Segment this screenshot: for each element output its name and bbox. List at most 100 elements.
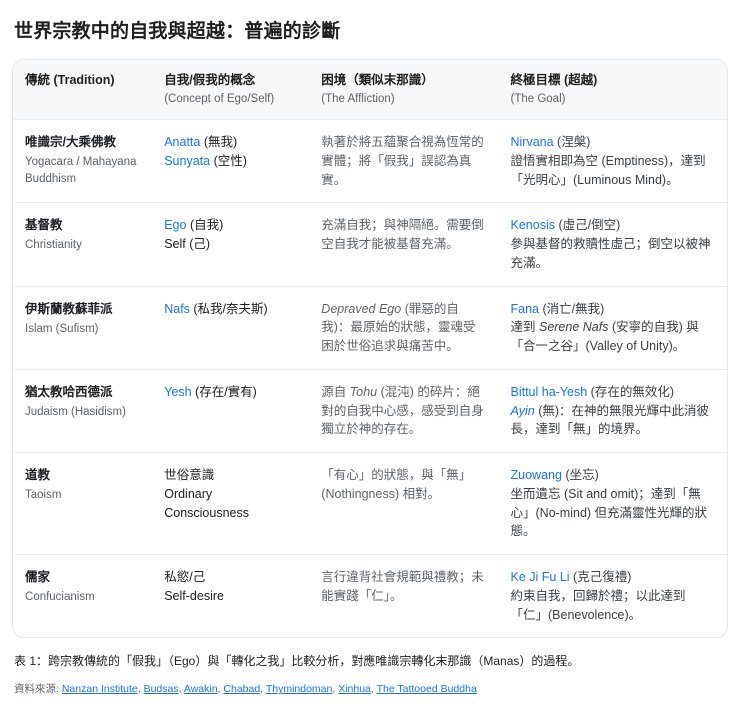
text-segment: 證悟實相即為空 (Emptiness)，達到「光明心」(Luminous Min… — [510, 153, 706, 187]
concept-cell: Ego (自我) Self (己) — [152, 202, 310, 287]
text-segment: Tohu — [349, 384, 378, 399]
term-link[interactable]: Bittul ha-Yesh — [511, 385, 588, 399]
concept-cell-line: Sunyata (空性) — [164, 152, 297, 171]
goal-cell-line: 達到 Serene Nafs (安寧的自我) 與「合一之谷」(Valley of… — [511, 318, 716, 356]
text-segment: (消亡/無我) — [539, 301, 605, 316]
goal-cell: Zuowang (坐忘) 坐而遺忘 (Sit and omit)；達到「無心」(N… — [498, 452, 727, 555]
source-link[interactable]: Chabad — [223, 683, 260, 695]
text-segment: 參與基督的救贖性虛己；倒空以被神充滿。 — [510, 237, 711, 270]
goal-cell-line: Fana (消亡/無我) — [511, 300, 716, 319]
goal-cell-line: Kenosis (虛己/倒空) — [511, 216, 716, 235]
term-link[interactable]: Ego — [164, 218, 186, 232]
column-header-main: 自我/假我的概念 — [164, 73, 256, 87]
column-header-sub: (Concept of Ego/Self) — [164, 92, 275, 105]
concept-cell-line: Self-desire — [164, 587, 297, 606]
tradition-name-en: Taoism — [25, 489, 62, 502]
tradition-cell: 唯識宗/大乘佛教 Yogacara / Mahayana Buddhism — [13, 119, 153, 203]
term-link[interactable]: Zuowang — [511, 468, 562, 482]
goal-cell: Ke Ji Fu Li (克己復禮) 約束自我，回歸於禮；以此達到「仁」(Bene… — [498, 554, 727, 638]
table-row: 基督教 Christianity Ego (自我) Self (己) 充滿自我；與神隔絕… — [13, 202, 727, 287]
text-segment: (涅槃) — [553, 135, 591, 150]
concept-cell: 私慾/己 Self-desire — [152, 554, 310, 638]
column-header-main: 終極目標 (超越) — [510, 73, 598, 87]
tradition-name-zh: 道教 — [25, 468, 51, 483]
tradition-name-en: Christianity — [25, 239, 82, 252]
table-caption: 表 1：跨宗教傳統的「假我」（Ego）與「轉化之我」比較分析，對應唯識宗轉化末那… — [14, 654, 580, 669]
affliction-cell-line: 充滿自我；與神隔絕。需要倒空自我才能被基督充滿。 — [321, 216, 486, 254]
concept-cell-line: Ego (自我) — [164, 216, 297, 235]
table-row: 猶太教哈西德派 Judaism (Hasidism) Yesh (存在/實有) 源自 … — [13, 368, 727, 453]
comparison-table-container: 傳統 (Tradition) 自我/假我的概念 (Concept of Ego/Se… — [12, 59, 728, 639]
concept-cell-line: Anatta (無我) — [164, 133, 297, 152]
concept-cell: Yesh (存在/實有) — [152, 368, 310, 453]
text-segment: (自我) — [186, 218, 224, 233]
goal-cell: Kenosis (虛己/倒空) 參與基督的救贖性虛己；倒空以被神充滿。 — [498, 202, 727, 287]
term-link[interactable]: Sunyata — [164, 154, 210, 168]
tradition-name-en: Yogacara / Mahayana Buddhism — [25, 156, 137, 185]
goal-cell-line: Ayin (無)：在神的無限光輝中此消彼長，達到「無」的境界。 — [511, 402, 716, 440]
tradition-name-zh: 儒家 — [25, 570, 51, 585]
text-segment: (存在/實有) — [191, 384, 257, 399]
column-header: 傳統 (Tradition) — [13, 60, 153, 120]
concept-cell-line: Nafs (私我/奈夫斯) — [164, 300, 297, 319]
text-segment: (虛己/倒空) — [554, 218, 621, 233]
goal-cell: Bittul ha-Yesh (存在的無效化) Ayin (無)：在神的無限光輝中… — [498, 368, 727, 453]
concept-cell-line: 世俗意識 — [164, 466, 297, 485]
source-link[interactable]: Nanzan Institute — [62, 683, 138, 695]
affliction-cell: 充滿自我；與神隔絕。需要倒空自我才能被基督充滿。 — [309, 202, 499, 287]
concept-cell: Anatta (無我) Sunyata (空性) — [152, 119, 310, 203]
source-link[interactable]: Awakin — [184, 683, 218, 695]
term-link[interactable]: Yesh — [164, 385, 191, 399]
term-link[interactable]: Kenosis — [511, 218, 555, 232]
tradition-cell: 道教 Taoism — [13, 452, 153, 555]
tradition-name-en: Islam (Sufism) — [25, 322, 99, 335]
source-link[interactable]: Thymindoman — [266, 683, 333, 695]
source-link[interactable]: Xinhua — [338, 683, 371, 695]
sources-line: 資料來源: Nanzan Institute, Budsas, Awakin, … — [14, 682, 726, 698]
affliction-cell-line: 源自 Tohu (混沌) 的碎片：絕對的自我中心感，感受到自身獨立於神的存在。 — [321, 383, 486, 439]
text-segment: (坐忘) — [561, 468, 599, 483]
text-segment: 源自 — [321, 384, 350, 399]
affliction-cell-line: Depraved Ego (罪惡的自我)：最原始的狀態，靈魂受困於世俗追求與痛苦… — [321, 300, 486, 356]
concept-cell-line: Yesh (存在/實有) — [164, 383, 297, 402]
affliction-cell-line: 言行違背社會規範與禮教；未能實踐「仁」。 — [321, 568, 486, 606]
text-segment: 達到 — [510, 320, 539, 335]
column-header-main: 困境（類似末那識） — [321, 73, 434, 87]
concept-cell: 世俗意識 Ordinary Consciousness — [152, 452, 310, 555]
source-link[interactable]: The Tattooed Buddha — [377, 683, 477, 695]
tradition-name-zh: 唯識宗/大乘佛教 — [25, 135, 116, 150]
goal-cell-line: 參與基督的救贖性虛己；倒空以被神充滿。 — [511, 235, 716, 273]
text-segment: Depraved Ego — [321, 301, 402, 316]
tradition-cell: 猶太教哈西德派 Judaism (Hasidism) — [13, 368, 153, 453]
text-segment: Self-desire — [164, 588, 224, 603]
tradition-cell: 伊斯蘭教蘇菲派 Islam (Sufism) — [13, 285, 153, 370]
sources-label: 資料來源: — [14, 683, 59, 696]
term-link[interactable]: Fana — [511, 302, 540, 316]
column-header: 終極目標 (超越) (The Goal) — [498, 60, 727, 120]
goal-cell-line: Bittul ha-Yesh (存在的無效化) — [511, 383, 716, 402]
table-body: 唯識宗/大乘佛教 Yogacara / Mahayana Buddhism Anat… — [13, 119, 727, 638]
goal-cell-line: Ke Ji Fu Li (克己復禮) — [511, 568, 716, 587]
column-header-sub: (The Affliction) — [321, 92, 395, 105]
goal-cell-line: Nirvana (涅槃) — [511, 133, 716, 152]
page-title: 世界宗教中的自我與超越：普遍的診斷 — [14, 21, 341, 42]
term-link[interactable]: Nafs — [164, 302, 190, 316]
table-row: 道教 Taoism 世俗意識 Ordinary Consciousness 「有心」的狀… — [13, 452, 727, 555]
goal-cell: Nirvana (涅槃) 證悟實相即為空 (Emptiness)，達到「光明心」(… — [498, 119, 727, 203]
goal-cell-line: 約束自我，回歸於禮；以此達到「仁」(Benevolence)。 — [511, 587, 716, 625]
page: 世界宗教中的自我與超越：普遍的診斷 傳統 (Tradition) 自我/假我的概念… — [0, 0, 740, 714]
source-link[interactable]: Budsas — [144, 683, 179, 695]
term-link[interactable]: Ayin — [511, 404, 535, 418]
table-head: 傳統 (Tradition) 自我/假我的概念 (Concept of Ego/Se… — [13, 60, 727, 120]
term-link[interactable]: Anatta — [164, 135, 200, 149]
text-segment: 執著於將五蘊聚合視為恆常的實體；將「假我」誤認為真實。 — [321, 135, 484, 187]
affliction-cell: 「有心」的狀態，與「無」(Nothingness) 相對。 — [309, 452, 499, 555]
goal-cell-line: 坐而遺忘 (Sit and omit)；達到「無心」(No-mind) 但充滿靈… — [511, 485, 716, 541]
term-link[interactable]: Ke Ji Fu Li — [511, 570, 570, 584]
text-segment: 言行違背社會規範與禮教；未能實踐「仁」。 — [321, 570, 484, 603]
concept-cell-line: Self (己) — [164, 235, 297, 254]
text-segment: Self (己) — [164, 237, 211, 252]
term-link[interactable]: Nirvana — [511, 135, 554, 149]
text-segment: (無我) — [200, 135, 238, 150]
column-header: 困境（類似末那識） (The Affliction) — [309, 60, 499, 120]
